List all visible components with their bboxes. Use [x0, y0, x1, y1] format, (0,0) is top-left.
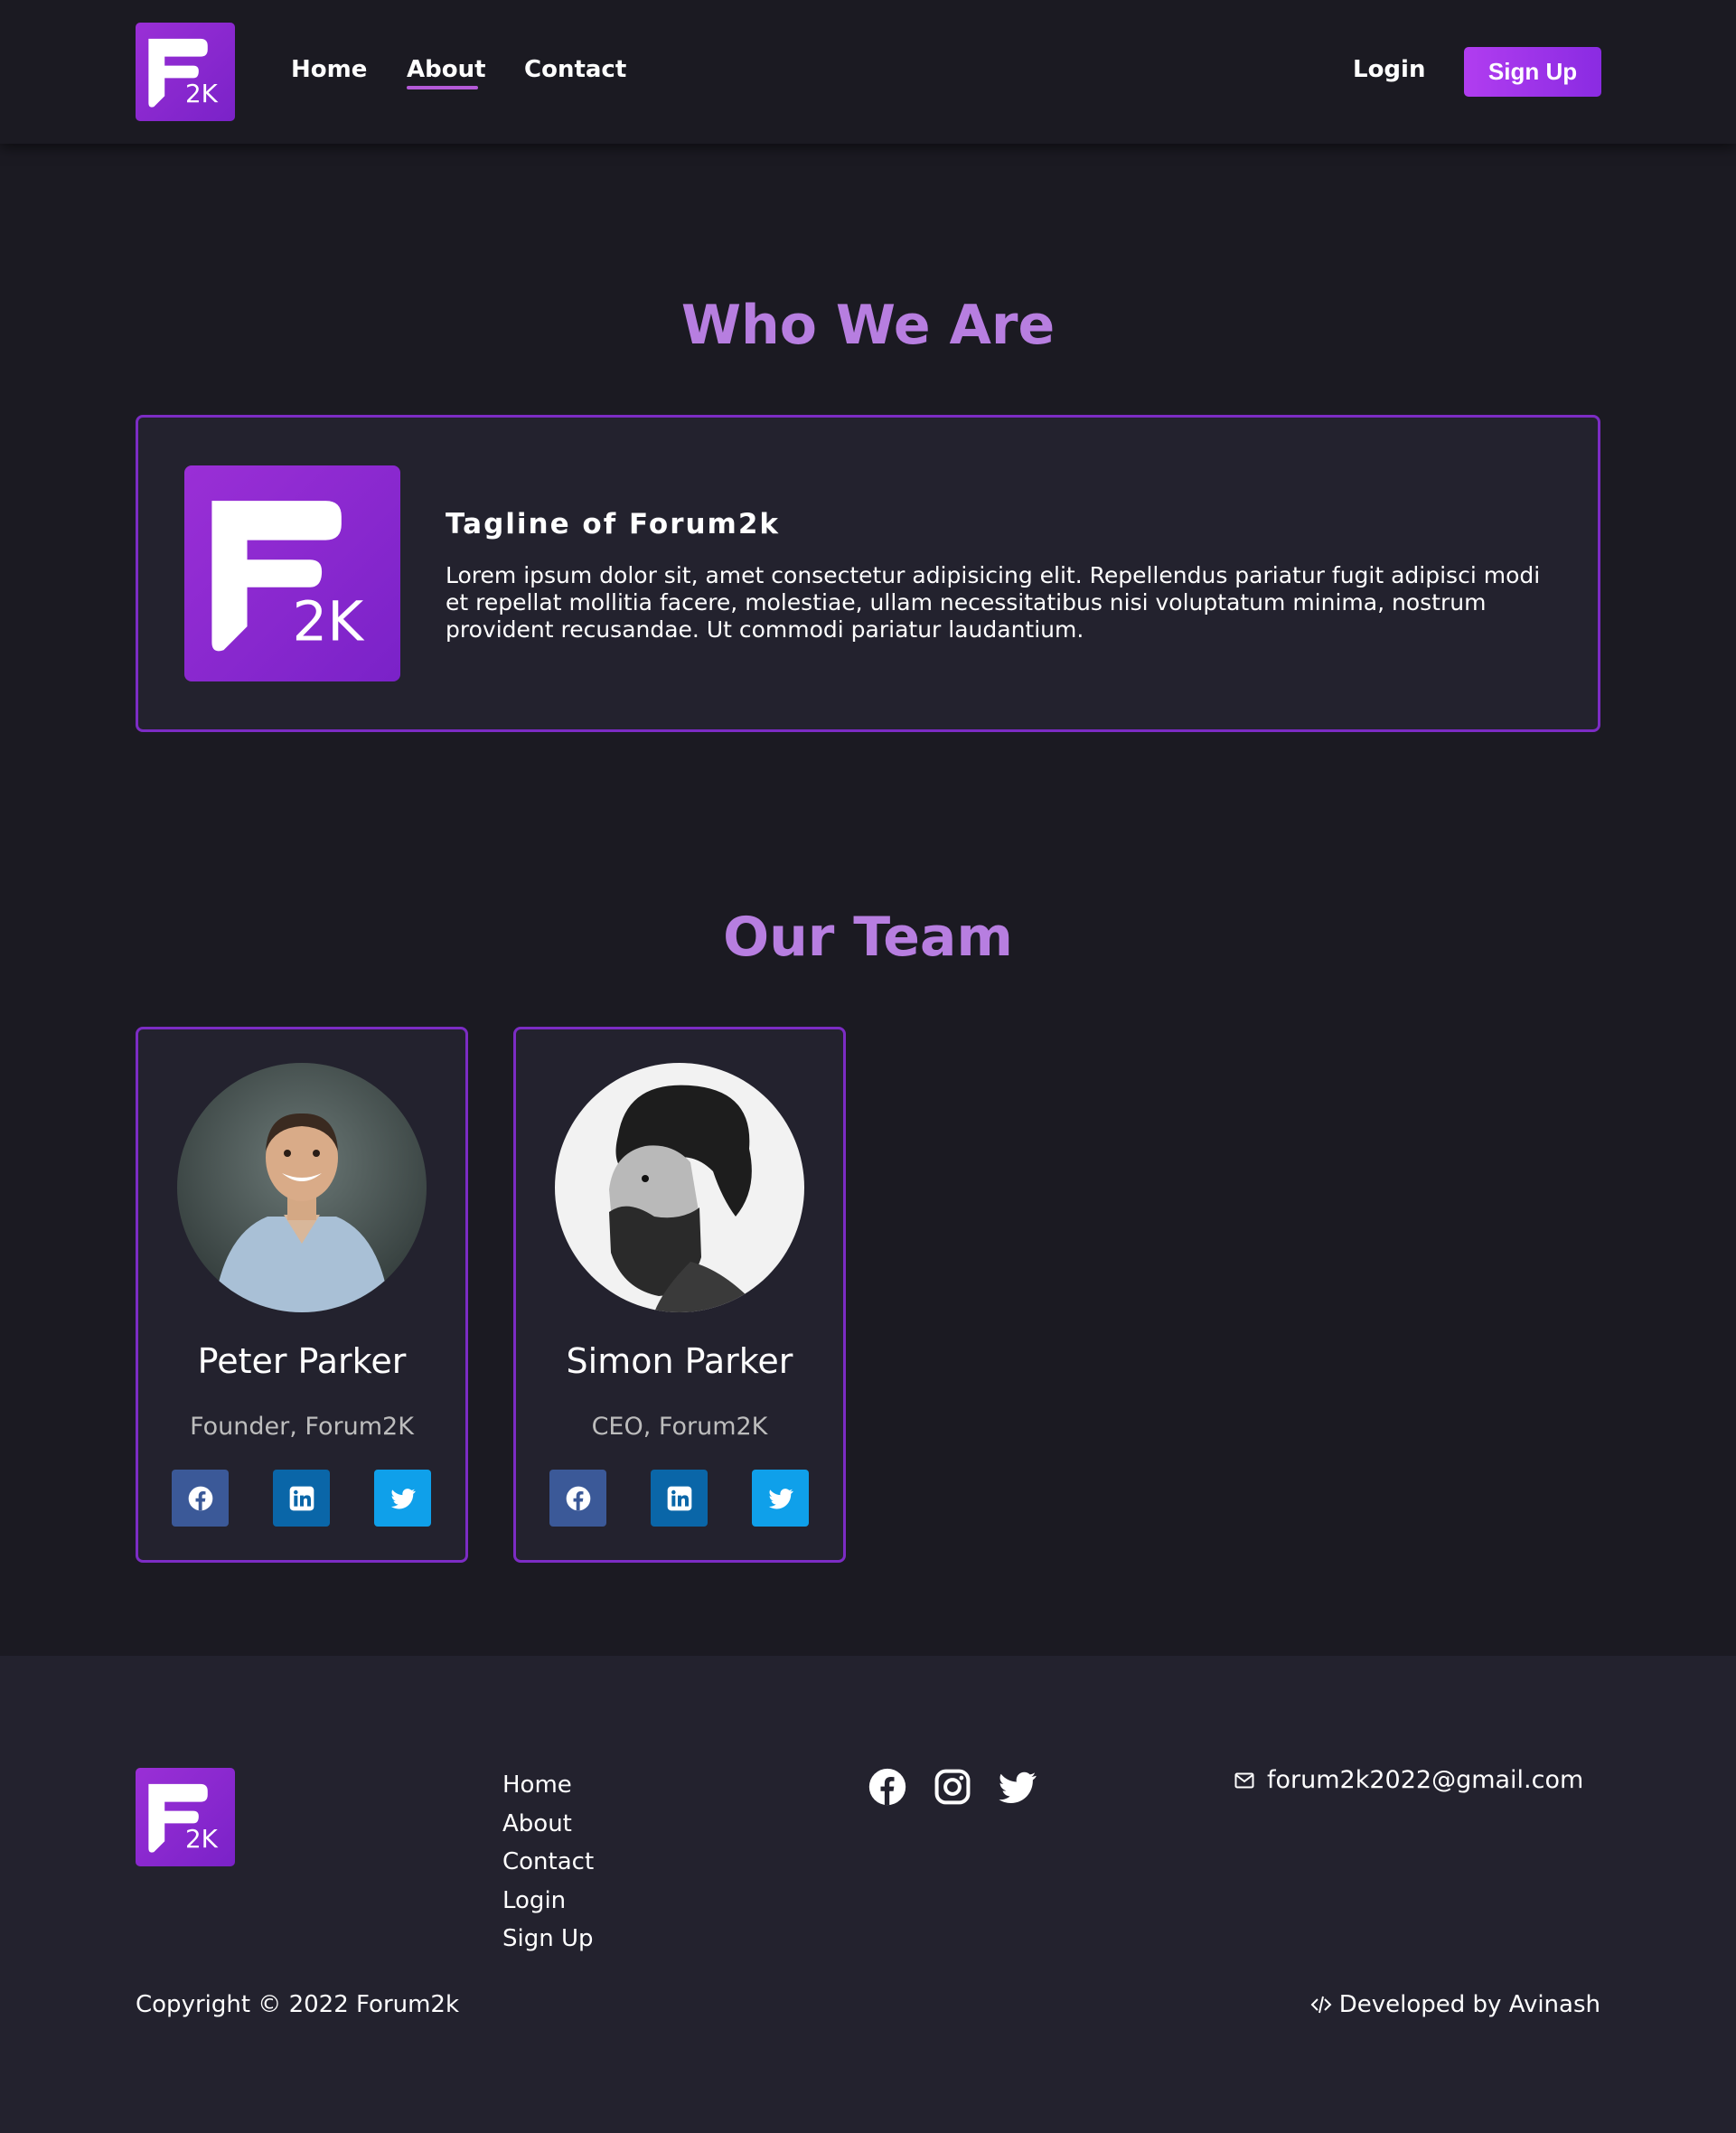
footer-link-signup[interactable]: Sign Up [502, 1920, 594, 1959]
instagram-icon[interactable] [933, 1767, 972, 1807]
about-description: Lorem ipsum dolor sit, amet consectetur … [446, 562, 1541, 643]
developer-credit: Developed by Avinash [1310, 1991, 1600, 2018]
member-role: Founder, Forum2K [190, 1413, 414, 1441]
nav-about-link[interactable]: About [407, 56, 486, 83]
footer-link-contact[interactable]: Contact [502, 1843, 594, 1882]
member-role: CEO, Forum2K [591, 1413, 768, 1441]
facebook-button[interactable] [549, 1470, 606, 1527]
facebook-icon [566, 1486, 590, 1510]
svg-text:2K: 2K [185, 1824, 219, 1854]
about-card: 2K Tagline of Forum2k Lorem ipsum dolor … [136, 415, 1600, 732]
footer-social [868, 1767, 1037, 1807]
developer-credit-text: Developed by Avinash [1338, 1991, 1600, 2018]
twitter-icon[interactable] [998, 1767, 1037, 1807]
avatar [177, 1063, 427, 1312]
nav-home-link[interactable]: Home [291, 56, 367, 83]
bearded-man-bw-photo [555, 1063, 804, 1312]
linkedin-button[interactable] [651, 1470, 708, 1527]
member-name: Simon Parker [566, 1341, 793, 1381]
about-tagline: Tagline of Forum2k [446, 508, 781, 540]
about-logo: 2K [184, 465, 400, 681]
footer-email-text: forum2k2022@gmail.com [1267, 1766, 1584, 1794]
footer-link-home[interactable]: Home [502, 1766, 594, 1805]
twitter-icon [390, 1488, 416, 1508]
twitter-icon [768, 1488, 793, 1508]
twitter-button[interactable] [374, 1470, 431, 1527]
nav-active-underline [407, 86, 478, 89]
who-we-are-title: Who We Are [680, 294, 1056, 357]
member-name: Peter Parker [197, 1341, 407, 1381]
avatar [555, 1063, 804, 1312]
footer-link-login[interactable]: Login [502, 1882, 594, 1921]
navbar: 2K Home About Contact Login Sign Up [0, 0, 1736, 144]
footer-logo[interactable]: 2K [136, 1768, 235, 1866]
login-link[interactable]: Login [1353, 56, 1425, 83]
svg-text:2K: 2K [293, 590, 366, 653]
facebook-button[interactable] [172, 1470, 229, 1527]
forum2k-logo-icon: 2K [211, 501, 366, 653]
nav-contact-link[interactable]: Contact [524, 56, 626, 83]
facebook-icon [188, 1486, 212, 1510]
our-team-title: Our Team [723, 906, 1013, 969]
facebook-icon[interactable] [868, 1767, 907, 1807]
svg-text:2K: 2K [185, 79, 219, 108]
footer-links: Home About Contact Login Sign Up [502, 1766, 594, 1959]
forum2k-logo-icon: 2K [148, 1783, 219, 1854]
mail-icon [1234, 1772, 1254, 1788]
team-card: Simon Parker CEO, Forum2K [513, 1027, 846, 1563]
nav-logo[interactable]: 2K [136, 23, 235, 121]
smiling-man-photo [177, 1063, 427, 1312]
footer-link-about[interactable]: About [502, 1805, 594, 1844]
team-card: Peter Parker Founder, Forum2K [136, 1027, 468, 1563]
forum2k-logo-icon: 2K [148, 38, 219, 108]
twitter-button[interactable] [752, 1470, 809, 1527]
linkedin-button[interactable] [273, 1470, 330, 1527]
footer-email[interactable]: forum2k2022@gmail.com [1234, 1766, 1583, 1794]
linkedin-icon [667, 1486, 691, 1510]
code-icon [1310, 1996, 1332, 2014]
footer: 2K Home About Contact Login Sign Up foru… [0, 1656, 1736, 2133]
copyright-text: Copyright © 2022 Forum2k [136, 1991, 460, 2018]
linkedin-icon [289, 1486, 314, 1510]
signup-button[interactable]: Sign Up [1464, 47, 1601, 97]
